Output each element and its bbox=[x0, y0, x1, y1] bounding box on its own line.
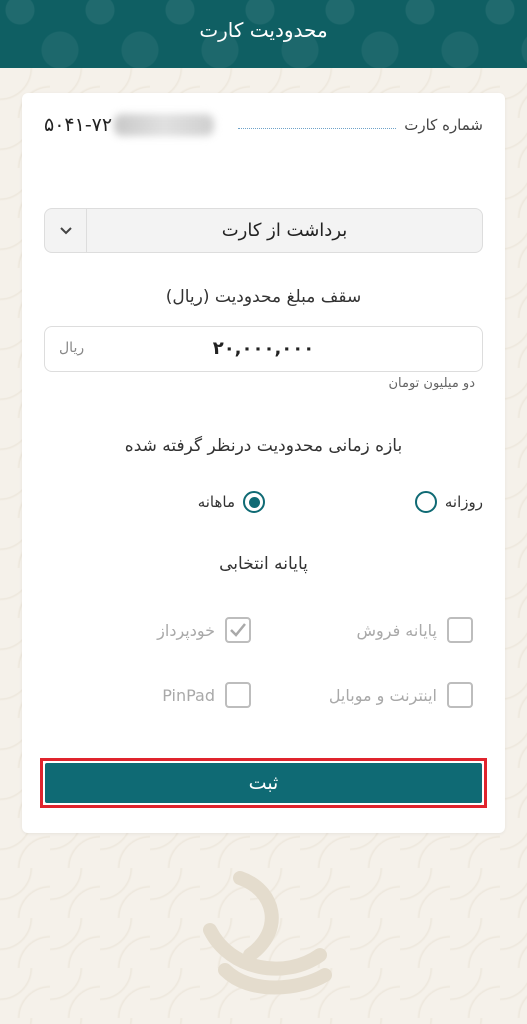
brand-watermark-logo bbox=[190, 860, 340, 1000]
amount-in-words: دو میلیون تومان bbox=[388, 376, 475, 391]
limit-amount-title: سقف مبلغ محدودیت (ریال) bbox=[165, 287, 362, 307]
submit-highlight-frame: ثبت bbox=[40, 758, 487, 808]
card-number-prefix: ۵۰۴۱-۷۲ bbox=[44, 113, 113, 136]
radio-monthly-circle[interactable] bbox=[243, 491, 265, 513]
checkbox-atm[interactable]: خودپرداز bbox=[157, 617, 251, 643]
checkbox-pinpad-box[interactable] bbox=[225, 682, 251, 708]
checkbox-pos[interactable]: پایانه فروش bbox=[356, 617, 473, 643]
radio-daily-circle[interactable] bbox=[414, 491, 437, 513]
amount-value: ۲۰,۰۰۰,۰۰۰ bbox=[212, 338, 315, 359]
radio-daily[interactable]: روزانه bbox=[414, 491, 483, 513]
dotted-leader bbox=[238, 127, 397, 129]
transaction-type-value: برداشت از کارت bbox=[221, 220, 348, 241]
transaction-type-select[interactable]: برداشت از کارت bbox=[44, 208, 483, 253]
card-number-masked bbox=[114, 114, 215, 137]
limit-amount-input[interactable]: ریال ۲۰,۰۰۰,۰۰۰ bbox=[44, 326, 483, 372]
radio-daily-label: روزانه bbox=[444, 493, 483, 511]
checkbox-internet-mobile-label: اینترنت و موبایل bbox=[328, 685, 437, 705]
period-title: بازه زمانی محدودیت درنظر گرفته شده bbox=[124, 436, 403, 456]
checkbox-atm-label: خودپرداز bbox=[157, 620, 215, 640]
limit-form-card: ۵۰۴۱-۷۲ شماره کارت برداشت از کارت سقف مب… bbox=[22, 93, 505, 833]
check-icon bbox=[230, 623, 246, 637]
checkbox-pos-label: پایانه فروش bbox=[356, 620, 437, 640]
radio-monthly-label: ماهانه bbox=[197, 493, 235, 511]
terminals-title: پایانه انتخابی bbox=[219, 554, 308, 574]
card-number-label: شماره کارت bbox=[404, 116, 483, 134]
app-header: محدودیت کارت bbox=[0, 0, 527, 68]
radio-monthly[interactable]: ماهانه bbox=[198, 491, 265, 513]
chevron-down-icon[interactable] bbox=[45, 209, 87, 252]
checkbox-atm-box[interactable] bbox=[225, 617, 251, 643]
checkbox-internet-mobile[interactable]: اینترنت و موبایل bbox=[329, 682, 473, 708]
card-number-row: ۵۰۴۱-۷۲ شماره کارت bbox=[44, 113, 483, 137]
submit-button[interactable]: ثبت bbox=[45, 763, 482, 803]
card-number-value: ۵۰۴۱-۷۲ bbox=[44, 113, 215, 137]
checkbox-pinpad-label: PinPad bbox=[162, 685, 215, 705]
checkbox-internet-mobile-box[interactable] bbox=[447, 682, 473, 708]
checkbox-pinpad[interactable]: PinPad bbox=[162, 682, 251, 708]
checkbox-pos-box[interactable] bbox=[447, 617, 473, 643]
page-title: محدودیت کارت bbox=[199, 18, 328, 42]
